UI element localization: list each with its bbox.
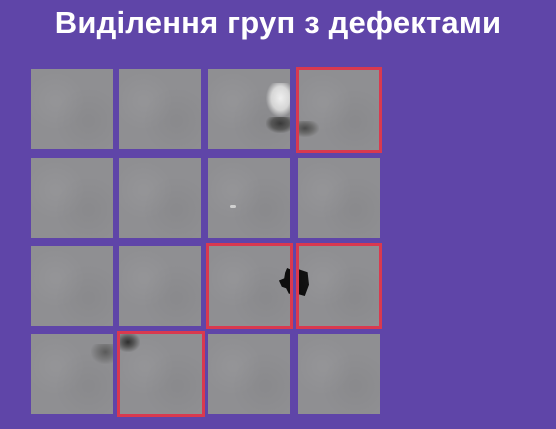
image-tile-selected[interactable] (206, 243, 293, 329)
image-tile[interactable] (208, 69, 290, 149)
page-title: Виділення груп з дефектами (54, 5, 502, 40)
image-tile[interactable] (208, 158, 290, 238)
defect-shadow-mark (266, 117, 290, 133)
defect-highlight-mark (266, 83, 290, 117)
image-tile-selected[interactable] (117, 331, 205, 417)
defect-spot-mark (230, 205, 236, 208)
defect-dark-mark (278, 268, 290, 294)
image-tile[interactable] (208, 334, 290, 414)
image-tile[interactable] (31, 158, 113, 238)
image-tile[interactable] (298, 158, 380, 238)
defect-smudge-mark (91, 344, 113, 364)
image-tile[interactable] (119, 246, 201, 326)
image-tile-selected[interactable] (296, 243, 382, 329)
image-tile[interactable] (119, 158, 201, 238)
image-tile-selected[interactable] (296, 67, 382, 153)
image-tile[interactable] (31, 246, 113, 326)
defect-image-grid (28, 66, 388, 420)
image-tile[interactable] (119, 69, 201, 149)
defect-smudge-mark (120, 334, 140, 352)
defect-shadow-mark (299, 121, 319, 137)
image-tile[interactable] (31, 334, 113, 414)
defect-dark-mark (299, 268, 309, 296)
image-tile[interactable] (31, 69, 113, 149)
image-tile[interactable] (298, 334, 380, 414)
